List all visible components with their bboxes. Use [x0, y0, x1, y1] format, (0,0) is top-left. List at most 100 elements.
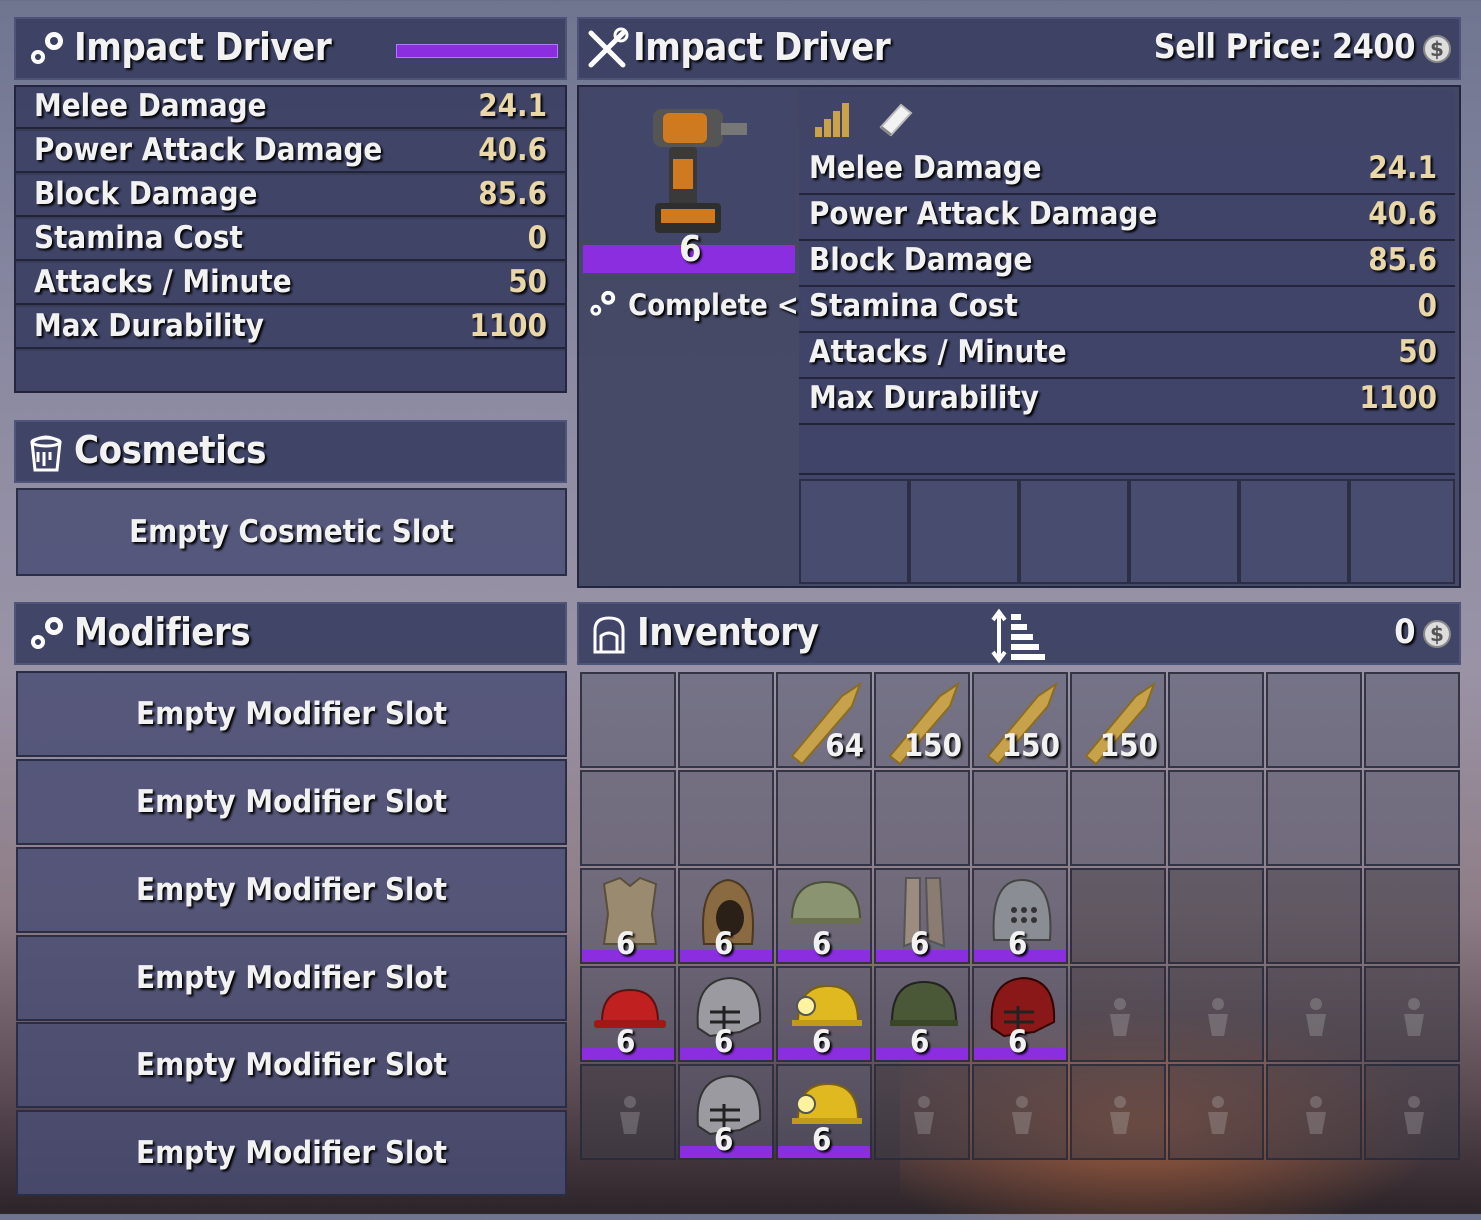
sort-icon[interactable]: [989, 608, 1049, 664]
paint-bucket-icon: [30, 435, 62, 472]
stat-row: Max Durability 1100: [799, 379, 1455, 425]
stat-label: Max Durability: [34, 308, 264, 344]
item-count: 150: [1001, 728, 1060, 764]
svg-text:$: $: [1430, 37, 1444, 61]
lock-icon: [620, 1096, 640, 1134]
stat-value: 1100: [1359, 380, 1437, 416]
left-item-header: Impact Driver: [14, 17, 567, 80]
inventory-slot[interactable]: [1070, 868, 1166, 964]
inventory-slot[interactable]: [678, 672, 774, 768]
mod-slot[interactable]: [799, 479, 909, 584]
modifiers-title: Modifiers: [74, 610, 251, 654]
item-quality: 6: [714, 1024, 734, 1060]
item-quality: 6: [616, 1024, 636, 1060]
item-quality: 6: [812, 926, 832, 962]
mod-slot[interactable]: [1019, 479, 1129, 584]
locked-slot: [972, 1064, 1068, 1160]
coin-icon: $: [1423, 620, 1451, 648]
modifier-slot[interactable]: Empty Modifier Slot: [16, 759, 567, 845]
inventory-slot[interactable]: [1070, 770, 1166, 866]
item-count: 64: [825, 728, 864, 764]
coin-icon: $: [1423, 35, 1451, 63]
locked-slot: [1364, 1064, 1460, 1160]
modifier-slot[interactable]: Empty Modifier Slot: [16, 671, 567, 757]
inventory-slot[interactable]: [580, 672, 676, 768]
stat-row: Max Durability 1100: [16, 307, 565, 349]
inventory-slot[interactable]: 6: [776, 868, 872, 964]
locked-slot: [1266, 966, 1362, 1062]
inventory-slot[interactable]: [1168, 672, 1264, 768]
modifier-slot[interactable]: Empty Modifier Slot: [16, 935, 567, 1021]
item-quality: 6: [679, 229, 702, 270]
inventory-slot[interactable]: 6: [678, 1064, 774, 1160]
modifiers-header: Modifiers: [14, 602, 567, 665]
item-quality: 6: [910, 926, 930, 962]
book-icon[interactable]: [873, 97, 917, 141]
item-quality: 6: [812, 1024, 832, 1060]
inventory-slot[interactable]: [580, 770, 676, 866]
modifier-slot[interactable]: Empty Modifier Slot: [16, 847, 567, 933]
inventory-slot[interactable]: 6: [776, 966, 872, 1062]
mod-slot[interactable]: [1129, 479, 1239, 584]
modifier-slot[interactable]: Empty Modifier Slot: [16, 1110, 567, 1196]
inventory-slot[interactable]: 6: [678, 868, 774, 964]
inventory-slot[interactable]: [1364, 672, 1460, 768]
inventory-header: Inventory 0 $: [577, 602, 1461, 665]
inventory-slot[interactable]: 150: [1070, 672, 1166, 768]
item-count: 150: [1099, 728, 1158, 764]
inventory-slot[interactable]: 6: [972, 966, 1068, 1062]
item-quality: 6: [714, 926, 734, 962]
inventory-slot[interactable]: [678, 770, 774, 866]
inventory-slot[interactable]: [1168, 868, 1264, 964]
inventory-slot[interactable]: [972, 770, 1068, 866]
locked-slot: [1070, 1064, 1166, 1160]
locked-slot: [1266, 1064, 1362, 1160]
stat-row: Attacks / Minute 50: [16, 263, 565, 305]
mod-slot[interactable]: [909, 479, 1019, 584]
item-quality: 6: [1008, 1024, 1028, 1060]
inventory-slot[interactable]: [776, 770, 872, 866]
inventory-slot[interactable]: 6: [580, 966, 676, 1062]
stat-label: Stamina Cost: [809, 288, 1018, 324]
inventory-slot[interactable]: [1168, 770, 1264, 866]
inventory-slot[interactable]: 6: [972, 868, 1068, 964]
stat-value: 50: [508, 264, 547, 300]
inventory-slot[interactable]: [1266, 672, 1362, 768]
stat-row: Power Attack Damage 40.6: [799, 195, 1455, 241]
lock-icon: [1012, 1096, 1032, 1134]
inventory-slot[interactable]: 6: [580, 868, 676, 964]
stat-row: Stamina Cost 0: [16, 219, 565, 261]
inventory-slot[interactable]: [874, 770, 970, 866]
inventory-slot[interactable]: 150: [874, 672, 970, 768]
cosmetic-slot[interactable]: Empty Cosmetic Slot: [16, 488, 567, 576]
stat-value: 1100: [469, 308, 547, 344]
inventory-slot[interactable]: 64: [776, 672, 872, 768]
inventory-slot[interactable]: [1266, 770, 1362, 866]
locked-slot: [1168, 1064, 1264, 1160]
stat-row: Power Attack Damage 40.6: [16, 131, 565, 173]
stat-row-empty: [799, 425, 1455, 475]
inventory-slot[interactable]: 6: [874, 868, 970, 964]
right-item-header: Impact Driver Sell Price: 2400 $: [577, 17, 1461, 80]
inventory-slot[interactable]: 6: [874, 966, 970, 1062]
mod-slot[interactable]: [1349, 479, 1455, 584]
mod-slot[interactable]: [1239, 479, 1349, 584]
lock-icon: [1110, 1096, 1130, 1134]
stat-value: 24.1: [1368, 150, 1437, 186]
inventory-slot[interactable]: [1266, 868, 1362, 964]
inventory-slot[interactable]: 150: [972, 672, 1068, 768]
modifier-slot[interactable]: Empty Modifier Slot: [16, 1022, 567, 1108]
item-preview: 6: [583, 89, 795, 273]
item-quality: 6: [910, 1024, 930, 1060]
lock-icon: [1404, 1096, 1424, 1134]
left-stats-box: Melee Damage 24.1 Power Attack Damage 40.6…: [14, 85, 567, 393]
inventory-slot[interactable]: [1364, 770, 1460, 866]
stat-row: Melee Damage 24.1: [16, 87, 565, 129]
locked-slot: [1364, 966, 1460, 1062]
inventory-slot[interactable]: [1364, 868, 1460, 964]
inventory-slot[interactable]: 6: [678, 966, 774, 1062]
lock-icon: [1110, 998, 1130, 1036]
stat-row: Attacks / Minute 50: [799, 333, 1455, 379]
inventory-slot[interactable]: 6: [776, 1064, 872, 1160]
backpack-icon: [593, 616, 625, 654]
